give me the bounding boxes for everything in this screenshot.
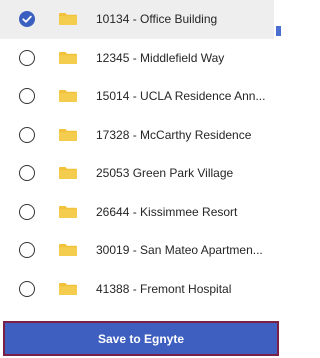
radio-unchecked-icon[interactable]: [19, 126, 35, 143]
folder-icon: [59, 13, 77, 26]
folder-name: 15014 - UCLA Residence Ann...: [96, 89, 266, 104]
folder-name: 30019 - San Mateo Apartmen...: [96, 243, 263, 258]
radio-unchecked-icon[interactable]: [19, 280, 35, 297]
radio-checked-icon[interactable]: [19, 11, 35, 28]
scrollbar[interactable]: [276, 0, 282, 318]
save-to-egnyte-button[interactable]: Save to Egnyte: [3, 321, 279, 356]
radio-unchecked-icon[interactable]: [19, 203, 35, 220]
folder-name: 41388 - Fremont Hospital: [96, 281, 232, 296]
folder-name: 25053 Green Park Village: [96, 166, 234, 181]
folder-name: 10134 - Office Building: [96, 12, 218, 27]
folder-list: 10134 - Office Building 12345 - Middlefi…: [0, 0, 274, 308]
scrollbar-thumb[interactable]: [276, 26, 281, 36]
radio-unchecked-icon[interactable]: [19, 88, 35, 105]
folder-icon: [59, 244, 77, 257]
folder-name: 17328 - McCarthy Residence: [96, 127, 252, 142]
folder-icon: [59, 128, 77, 141]
folder-row[interactable]: 30019 - San Mateo Apartmen...: [0, 231, 274, 270]
folder-icon: [59, 51, 77, 64]
radio-unchecked-icon[interactable]: [19, 165, 35, 182]
radio-unchecked-icon[interactable]: [19, 49, 35, 66]
folder-row[interactable]: 25053 Green Park Village: [0, 154, 274, 193]
folder-row[interactable]: 12345 - Middlefield Way: [0, 39, 274, 78]
folder-name: 26644 - Kissimmee Resort: [96, 204, 238, 219]
folder-row[interactable]: 17328 - McCarthy Residence: [0, 116, 274, 155]
footer: Save to Egnyte: [0, 318, 282, 358]
folder-row[interactable]: 10134 - Office Building: [0, 0, 274, 39]
folder-icon: [59, 90, 77, 103]
folder-icon: [59, 205, 77, 218]
radio-unchecked-icon[interactable]: [19, 242, 35, 259]
folder-row[interactable]: 41388 - Fremont Hospital: [0, 270, 274, 309]
folder-icon: [59, 282, 77, 295]
folder-name: 12345 - Middlefield Way: [96, 50, 225, 65]
folder-icon: [59, 167, 77, 180]
folder-row[interactable]: 15014 - UCLA Residence Ann...: [0, 77, 274, 116]
folder-picker: 10134 - Office Building 12345 - Middlefi…: [0, 0, 282, 358]
folder-row[interactable]: 26644 - Kissimmee Resort: [0, 193, 274, 232]
